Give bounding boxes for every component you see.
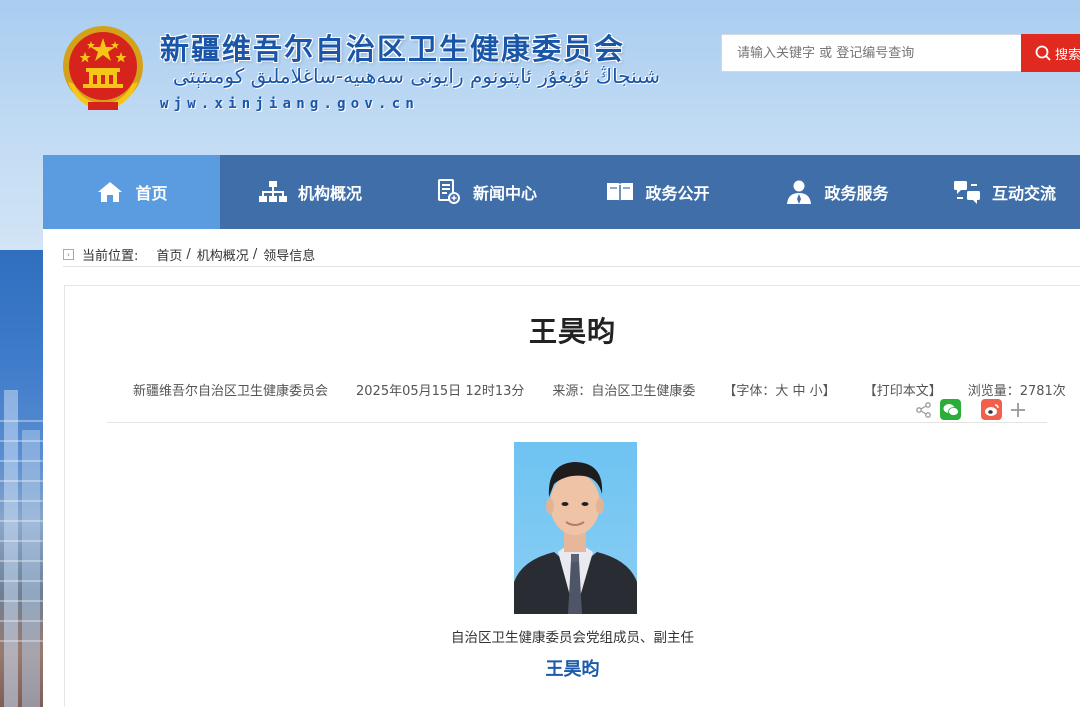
plus-icon[interactable] (1009, 401, 1027, 419)
article-panel: 王昊昀 新疆维吾尔自治区卫生健康委员会 2025年05月15日 12时13分 来… (64, 285, 1080, 707)
nav-item-news[interactable]: 新闻中心 (400, 155, 570, 229)
search-icon (1035, 45, 1051, 61)
site-url: wjw.xinjiang.gov.cn (160, 96, 419, 112)
wechat-icon[interactable] (940, 399, 961, 420)
breadcrumb-prefix: 当前位置: (82, 248, 139, 264)
nav-item-label: 首页 (135, 184, 168, 203)
person-name: 王昊昀 (545, 659, 600, 680)
share-icon[interactable] (915, 401, 933, 419)
city-background-strip (0, 250, 44, 707)
divider (107, 422, 1047, 423)
exchange-icon (953, 181, 980, 204)
main-content: › 当前位置: 首页 / 机构概况 / 领导信息 王昊昀 新疆维吾尔自治区卫生健… (43, 229, 1080, 707)
person-service-icon (787, 180, 812, 204)
nav-item-label: 政务公开 (645, 184, 710, 203)
main-nav: 首页 机构概况 新闻中心 政务公开 政务服务 互动交流 (43, 155, 1080, 229)
nav-item-gov-affairs[interactable]: 政务公开 (570, 155, 745, 229)
search-input[interactable] (721, 34, 1021, 72)
divider (63, 266, 1080, 267)
home-icon (98, 182, 123, 202)
nav-item-services[interactable]: 政务服务 (745, 155, 928, 229)
nav-item-label: 机构概况 (297, 184, 362, 203)
breadcrumb-link-leaders[interactable]: 领导信息 (263, 245, 315, 264)
nav-item-label: 新闻中心 (472, 184, 537, 203)
search-button[interactable]: 搜索 (1021, 34, 1080, 72)
nav-item-label: 政务服务 (824, 184, 889, 203)
share-bar (915, 399, 1027, 420)
breadcrumb-separator: / (252, 246, 258, 262)
article-publisher: 新疆维吾尔自治区卫生健康委员会 (133, 384, 329, 399)
article-meta: 新疆维吾尔自治区卫生健康委员会 2025年05月15日 12时13分 来源：自治… (133, 380, 1066, 399)
breadcrumb-icon: › (63, 248, 74, 260)
book-icon (607, 183, 634, 202)
site-header: 新疆维吾尔自治区卫生健康委员会 شىنجاڭ ئۇيغۇر ئاپتونوم ر… (0, 0, 1080, 155)
article-datetime: 2025年05月15日 12时13分 (356, 384, 525, 399)
nav-item-interaction[interactable]: 互动交流 (928, 155, 1080, 229)
nav-item-org[interactable]: 机构概况 (220, 155, 400, 229)
site-title: 新疆维吾尔自治区卫生健康委员会 (160, 32, 626, 66)
article-source: 来源：自治区卫生健康委 (552, 384, 696, 399)
person-title-caption: 自治区卫生健康委员会党组成员、副主任 (451, 630, 694, 646)
portrait-photo (514, 442, 637, 614)
breadcrumb-link-org[interactable]: 机构概况 (197, 245, 249, 264)
print-link[interactable]: 【打印本文】 (864, 380, 942, 399)
weibo-icon[interactable] (981, 399, 1002, 420)
article-title: 王昊昀 (528, 315, 616, 348)
font-size-control[interactable]: 【字体：大 中 小】 (723, 380, 835, 399)
view-count: 浏览量：2781次 (967, 384, 1066, 399)
national-emblem-icon (63, 26, 143, 110)
breadcrumb-separator: / (186, 246, 191, 262)
org-chart-icon (258, 181, 287, 202)
breadcrumb: › 当前位置: 首页 / 机构概况 / 领导信息 (63, 244, 315, 264)
site-title-uyghur: شىنجاڭ ئۇيغۇر ئاپتونوم رايونى سەھىيە-ساغ… (172, 64, 660, 88)
news-icon (437, 179, 460, 204)
search-button-label: 搜索 (1055, 47, 1080, 63)
nav-item-home[interactable]: 首页 (43, 155, 220, 229)
breadcrumb-link-home[interactable]: 首页 (156, 245, 182, 264)
nav-item-label: 互动交流 (991, 184, 1056, 203)
